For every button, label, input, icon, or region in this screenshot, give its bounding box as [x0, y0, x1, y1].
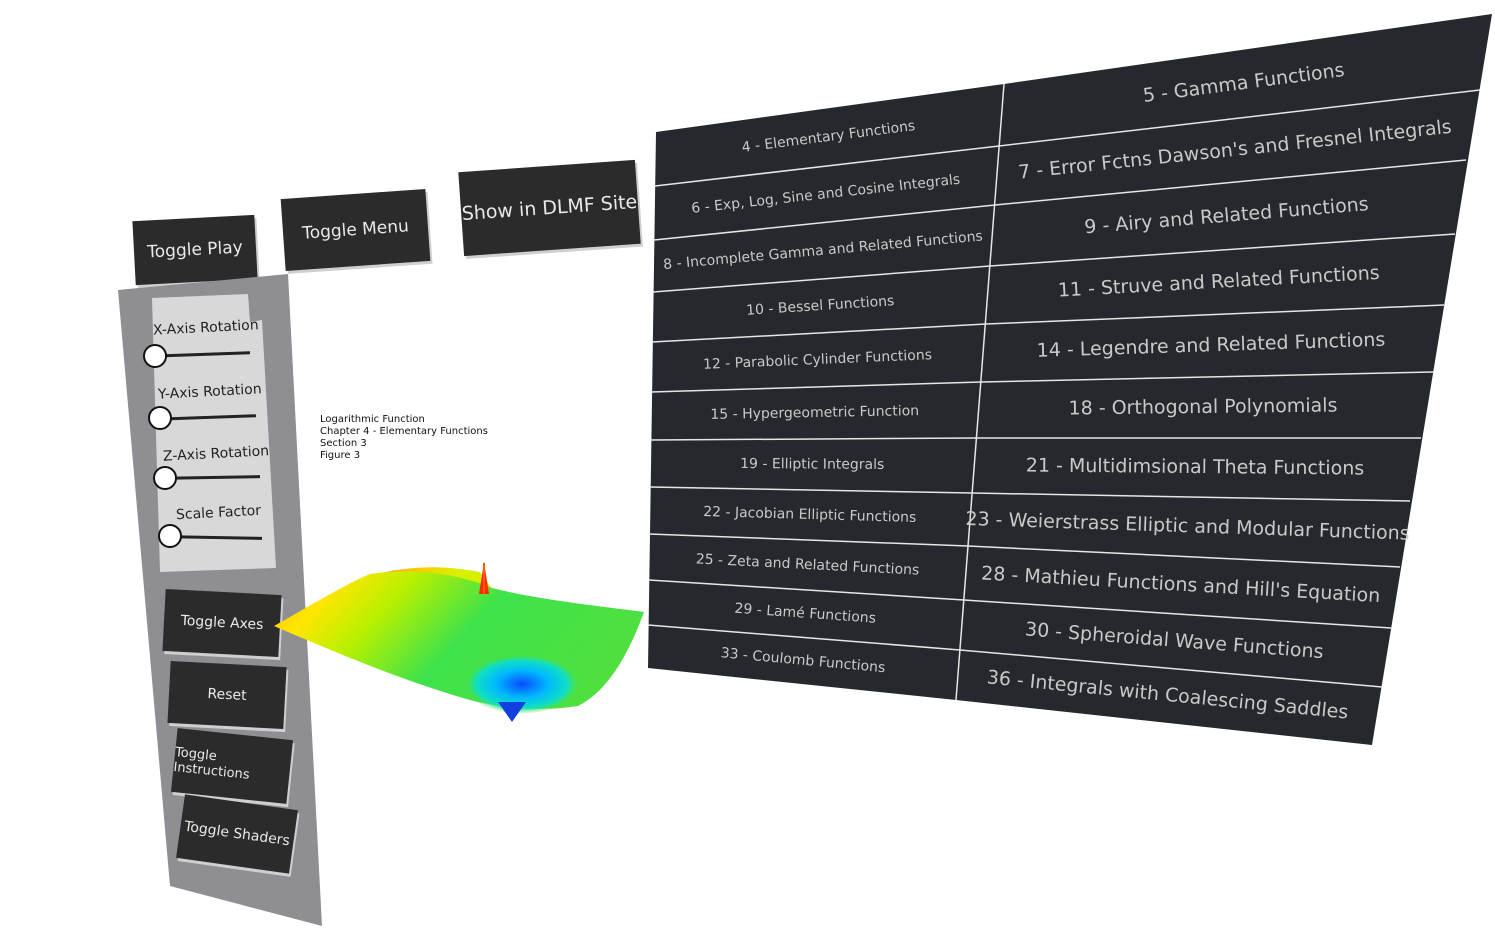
- right-chapter-item[interactable]: 18 - Orthogonal Polynomials: [1068, 394, 1337, 419]
- right-chapter-item[interactable]: 21 - Multidimsional Theta Functions: [1026, 454, 1365, 479]
- left-chapter-item[interactable]: 19 - Elliptic Integrals: [740, 456, 884, 473]
- chapter-menu: 4 - Elementary Functions6 - Exp, Log, Si…: [647, 14, 1492, 745]
